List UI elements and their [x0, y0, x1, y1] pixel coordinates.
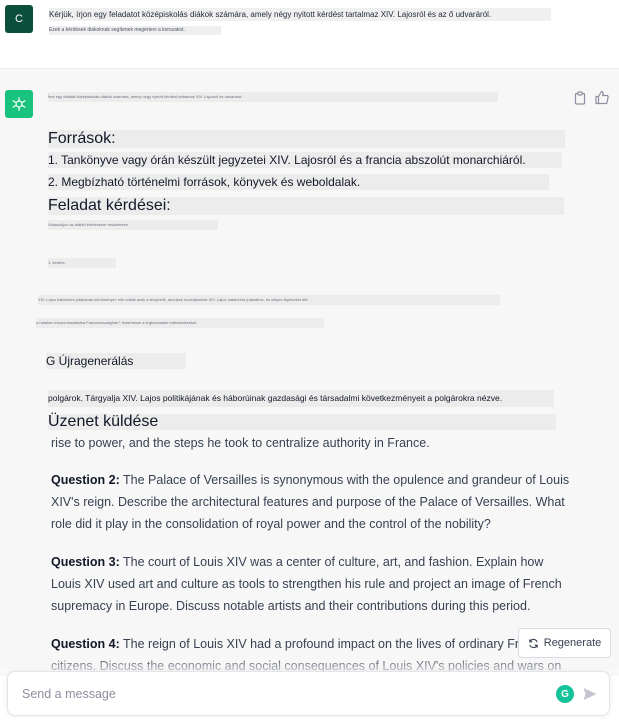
source-item: 2. Megbízható történelmi források, könyv… — [48, 174, 549, 190]
question-1-label-line: 1. kérdés: — [48, 258, 116, 268]
question-text: The Palace of Versailles is synonymous w… — [51, 473, 570, 531]
source-item: 1. Tankönyve vagy órán készült jegyzetei… — [48, 152, 562, 168]
question-label: Question 2: — [51, 473, 120, 487]
question-3-paragraph: Question 3: The court of Louis XIV was a… — [51, 551, 571, 617]
regenerate-overlay-text: G Újragenerálás — [46, 353, 186, 369]
user-avatar: C — [5, 5, 33, 33]
question-1-text-line: a hatalom központosítására Franciaország… — [36, 318, 324, 328]
regenerate-button[interactable]: Regenerate — [518, 628, 611, 658]
assistant-intro-line: Íme egy feladat középiskolás diákok szám… — [48, 92, 498, 102]
question-2-paragraph: Question 2: The Palace of Versailles is … — [51, 469, 571, 535]
send-message-overlay-text: Üzenet küldése — [48, 414, 556, 430]
user-prompt-text: Kérjük, írjon egy feladatot középiskolás… — [49, 8, 551, 21]
question-label: Question 4: — [51, 637, 120, 651]
regenerate-label: Regenerate — [543, 637, 602, 649]
thumbs-up-icon[interactable] — [595, 90, 609, 105]
clipboard-icon[interactable] — [573, 91, 587, 105]
paragraph-text: rise to power, and the steps he took to … — [51, 436, 430, 450]
message-composer: G — [7, 671, 610, 716]
user-message-row: C Kérjük, írjon egy feladatot középiskol… — [0, 0, 619, 69]
send-icon[interactable] — [582, 686, 598, 702]
message-input[interactable] — [20, 686, 524, 702]
sources-heading: Források: — [48, 130, 565, 148]
translated-overlay-line: polgárok. Tárgyalja XIV. Lajos politikáj… — [48, 390, 554, 407]
questions-heading: Feladat kérdései: — [48, 197, 564, 215]
grammarly-icon[interactable]: G — [556, 685, 574, 703]
question-1-text-line: XIV. Lajos hatalomra jutásának körülmény… — [38, 295, 500, 305]
question-text: The court of Louis XIV was a center of c… — [51, 555, 562, 613]
user-prompt-subtext: Ezek a kérdések diákoknak segítenek megé… — [49, 26, 221, 35]
chatgpt-logo-icon — [5, 90, 33, 118]
question-label: Question 3: — [51, 555, 120, 569]
refresh-icon — [529, 638, 538, 648]
questions-intro-line: Válaszoljon az alábbi kérdésekre részlet… — [48, 220, 218, 230]
